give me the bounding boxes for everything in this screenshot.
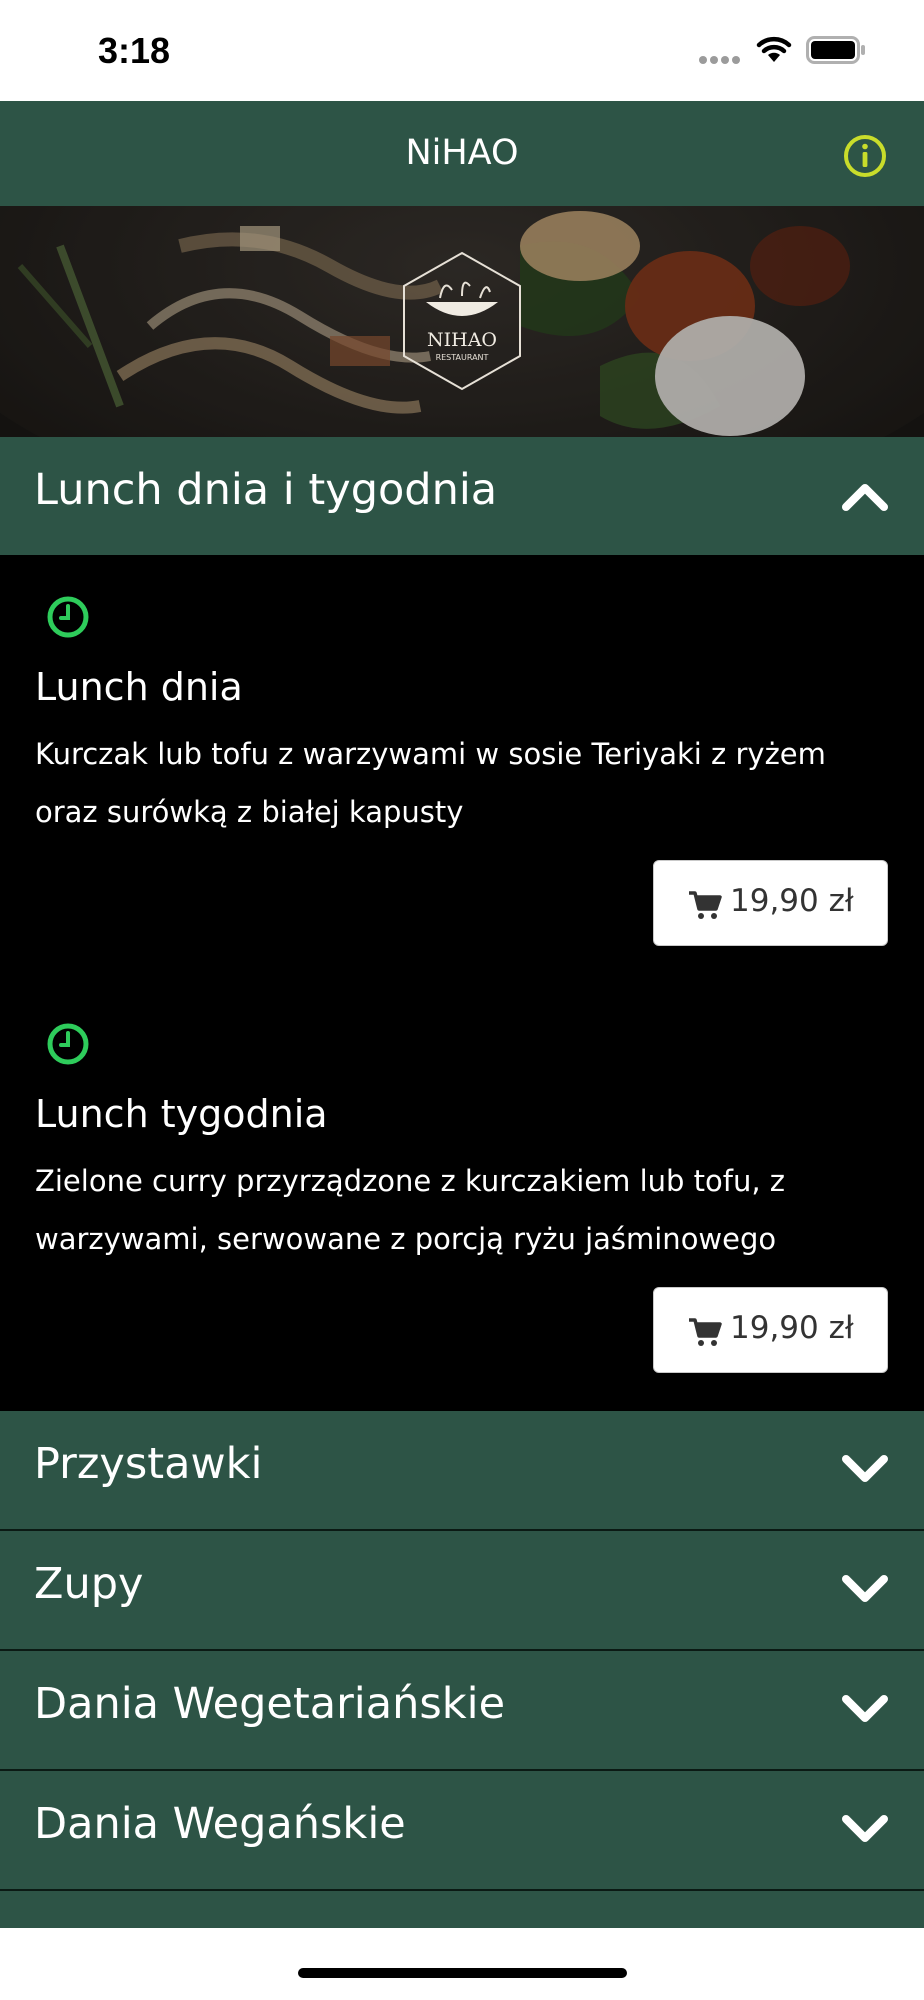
restaurant-logo: NIHAO RESTAURANT [403, 251, 521, 391]
lunch-items-list: Lunch dnia Kurczak lub tofu z warzywami … [0, 555, 924, 1411]
cellular-signal-icon [699, 56, 740, 64]
clock-icon [47, 596, 89, 638]
section-dania-weganskie[interactable]: Dania Wegańskie [0, 1771, 924, 1889]
section-next[interactable] [0, 1891, 924, 1928]
add-to-cart-button[interactable]: 19,90 zł [653, 1287, 888, 1373]
section-title: Przystawki [34, 1439, 263, 1489]
chevron-down-icon [842, 1575, 888, 1602]
home-indicator-area [0, 1928, 924, 2000]
battery-icon [806, 36, 865, 64]
wifi-icon [756, 36, 792, 62]
section-title: Zupy [34, 1559, 144, 1609]
chevron-down-icon [842, 1695, 888, 1722]
logo-text: NIHAO [427, 329, 497, 351]
home-indicator[interactable] [298, 1968, 627, 1978]
add-to-cart-button[interactable]: 19,90 zł [653, 860, 888, 946]
chevron-down-icon [842, 1455, 888, 1482]
chevron-up-icon [842, 484, 888, 511]
menu-item-description: Kurczak lub tofu z warzywami w sosie Ter… [35, 737, 826, 829]
menu-item-name: Lunch dnia [35, 665, 243, 709]
status-bar: 3:18 [0, 0, 924, 101]
cart-icon [689, 891, 722, 919]
logo-subtext: RESTAURANT [436, 353, 489, 362]
section-title: Dania Wegańskie [34, 1799, 406, 1849]
section-przystawki[interactable]: Przystawki [0, 1411, 924, 1529]
section-title: Dania Wegetariańskie [34, 1679, 506, 1729]
section-lunch[interactable]: Lunch dnia i tygodnia [0, 437, 924, 555]
menu-item-name: Lunch tygodnia [35, 1092, 328, 1136]
section-zupy[interactable]: Zupy [0, 1531, 924, 1649]
app-title: NiHAO [405, 133, 519, 173]
price-label: 19,90 zł [730, 1310, 854, 1346]
status-time: 3:18 [98, 30, 171, 71]
menu-item-description: Zielone curry przyrządzone z kurczakiem … [35, 1164, 786, 1256]
section-title: Lunch dnia i tygodnia [34, 465, 498, 515]
clock-icon [47, 1023, 89, 1065]
app-header: NiHAO [0, 101, 924, 206]
cart-icon [689, 1318, 722, 1346]
info-icon[interactable] [840, 131, 890, 181]
price-label: 19,90 zł [730, 883, 854, 919]
chevron-down-icon [842, 1815, 888, 1842]
hero-banner: NIHAO RESTAURANT [0, 206, 924, 437]
section-dania-wegetarianskie[interactable]: Dania Wegetariańskie [0, 1651, 924, 1769]
